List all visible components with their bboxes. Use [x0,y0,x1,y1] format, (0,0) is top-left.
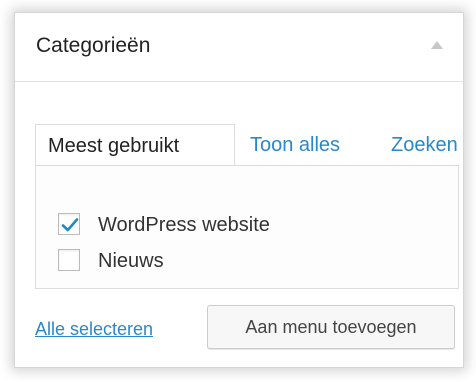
metabox-footer: Alle selecteren Aan menu toevoegen [15,305,463,355]
metabox-title: Categorieën [36,34,151,57]
tab-toon-alles[interactable]: Toon alles [250,124,340,166]
add-to-menu-button[interactable]: Aan menu toevoegen [207,305,455,349]
category-list-panel: WordPress website Nieuws [35,165,459,289]
metabox-header[interactable]: Categorieën [15,13,463,82]
collapse-toggle-icon[interactable] [431,41,443,49]
category-label: Nieuws [98,250,164,272]
screenshot-frame: Categorieën Meest gebruikt Toon alles Zo… [0,0,476,382]
category-checkbox-wordpress-website[interactable] [58,213,80,235]
tab-meest-gebruikt[interactable]: Meest gebruikt [35,124,235,166]
select-all-link[interactable]: Alle selecteren [35,319,153,340]
tab-zoeken[interactable]: Zoeken [391,124,458,166]
categories-metabox: Categorieën Meest gebruikt Toon alles Zo… [14,12,464,368]
category-label: WordPress website [98,214,270,236]
checkmark-icon [61,218,79,232]
category-checkbox-nieuws[interactable] [58,249,80,271]
category-tabs: Meest gebruikt Toon alles Zoeken [35,124,463,166]
